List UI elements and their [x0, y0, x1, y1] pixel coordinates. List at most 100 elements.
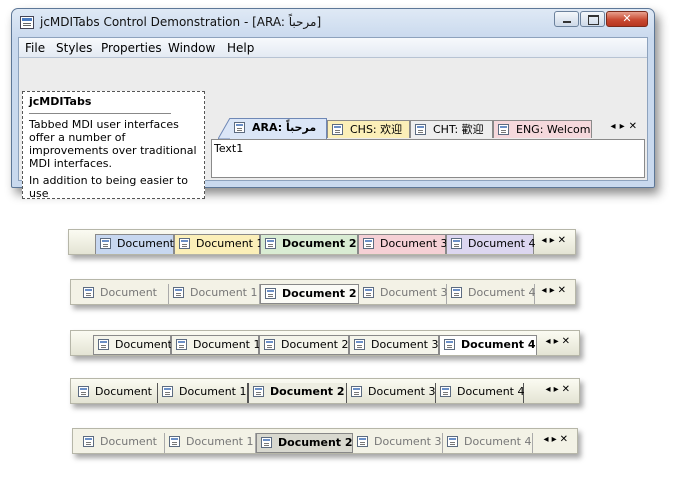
scroll-left-icon[interactable]: ◂ — [544, 434, 552, 445]
scroll-right-icon[interactable]: ▸ — [552, 434, 560, 445]
sample-tab[interactable]: Document 4 — [443, 433, 533, 453]
info-panel-text: Tabbed MDI user interfaces offer a numbe… — [29, 118, 201, 198]
sample-tab-label: Document 4 — [461, 338, 536, 351]
sample-tab-label: Document 2 — [270, 385, 345, 398]
sample-tab[interactable]: Document 4 — [439, 335, 537, 355]
sample-tab[interactable]: Document — [93, 335, 172, 355]
sample-tab-label: Document 4 — [464, 435, 532, 448]
menu-file[interactable]: File — [25, 41, 45, 55]
document-icon — [265, 288, 276, 299]
scroll-right-icon[interactable]: ▸ — [554, 384, 562, 395]
tab-ara[interactable]: ARA: مرحباً — [230, 118, 327, 139]
tab-strip-sample-4: Document Document 1 Document 2 Document 3 Do… — [70, 378, 580, 404]
info-panel-divider — [29, 113, 171, 114]
scroll-right-icon[interactable]: ▸ — [554, 336, 562, 347]
sample-tab[interactable]: Document 2 — [260, 284, 359, 304]
sample-tab-label: Document 4 — [468, 237, 536, 250]
info-panel: jcMDITabs Tabbed MDI user interfaces off… — [22, 91, 205, 199]
document-text-area[interactable]: Text1 — [211, 139, 645, 178]
document-icon — [265, 238, 276, 249]
title-bar[interactable]: jcMDITabs Control Demonstration - [ARA: … — [12, 9, 654, 37]
mdi-tab-strip: ARA: مرحباً CHS: 欢迎 CHT: 歡迎 ENG: Welcome… — [210, 118, 647, 139]
sample-tab[interactable]: Document 1 — [169, 284, 260, 304]
sample-tab[interactable]: Document 2 — [248, 383, 347, 403]
scroll-right-icon[interactable]: ▸ — [550, 285, 558, 296]
menu-help[interactable]: Help — [227, 41, 254, 55]
document-icon — [173, 287, 184, 298]
maximize-button[interactable] — [580, 11, 605, 27]
close-tab-icon[interactable]: ✕ — [629, 121, 641, 132]
sample-tab-label: Document 2 — [281, 338, 349, 351]
sample-tab-label: Document 2 — [278, 436, 353, 449]
sample-tab[interactable]: Document 3 — [349, 335, 439, 355]
tab-eng[interactable]: ENG: Welcome — [493, 120, 592, 138]
menu-properties[interactable]: Properties — [101, 41, 162, 55]
sample-tab[interactable]: Document — [74, 383, 158, 403]
sample-tab-label: Document 1 — [190, 286, 258, 299]
document-icon — [440, 386, 451, 397]
document-icon — [332, 124, 343, 135]
document-icon — [498, 124, 509, 135]
sample-tab-label: Document 3 — [371, 338, 439, 351]
scroll-left-icon[interactable]: ◂ — [546, 384, 554, 395]
tab-label: ENG: Welcome — [516, 123, 592, 136]
sample-tab[interactable]: Document 1 — [158, 383, 248, 403]
document-icon — [179, 238, 190, 249]
mdi-client-area: jcMDITabs Tabbed MDI user interfaces off… — [19, 58, 647, 199]
scroll-left-icon[interactable]: ◂ — [542, 285, 550, 296]
document-text: Text1 — [214, 142, 244, 155]
sample-tab[interactable]: Document 4 — [447, 284, 535, 304]
sample-tab[interactable]: Document — [79, 433, 165, 453]
sample-tab[interactable]: Document 4 — [436, 383, 524, 403]
scroll-right-icon[interactable]: ▸ — [550, 235, 558, 246]
scroll-left-icon[interactable]: ◂ — [542, 235, 550, 246]
document-icon — [351, 386, 362, 397]
menu-window[interactable]: Window — [168, 41, 215, 55]
sample-tab[interactable]: Document — [79, 284, 169, 304]
close-tab-icon[interactable]: ✕ — [558, 235, 569, 246]
document-icon — [357, 436, 368, 447]
scroll-left-icon[interactable]: ◂ — [611, 121, 620, 132]
close-tab-icon[interactable]: ✕ — [562, 336, 573, 347]
tab-cht[interactable]: CHT: 歡迎 — [410, 120, 493, 138]
close-tab-icon[interactable]: ✕ — [562, 384, 573, 395]
scroll-left-icon[interactable]: ◂ — [546, 336, 554, 347]
scroll-right-icon[interactable]: ▸ — [620, 121, 629, 132]
sample-tab-label: Document 4 — [457, 385, 525, 398]
close-tab-icon[interactable]: ✕ — [560, 434, 571, 445]
sample-tab-label: Document 3 — [380, 237, 448, 250]
app-icon[interactable] — [20, 16, 34, 29]
sample-tab[interactable]: Document 3 — [347, 383, 436, 403]
sample-tab[interactable]: Document 2 — [259, 335, 349, 355]
tab-strip-controls: ◂▸✕ — [611, 121, 641, 132]
minimize-button[interactable] — [554, 11, 579, 27]
menu-styles[interactable]: Styles — [56, 41, 92, 55]
sample-tab[interactable]: Document 3 — [358, 234, 448, 254]
tab-strip-sample-5: Document Document 1 Document 2 Document 3 Do… — [72, 428, 578, 454]
sample-tab-label: Document 1 — [193, 338, 261, 351]
tab-strip-sample-1: Document Document 1 Document 2 Document 3 Do… — [68, 229, 576, 255]
sample-tab[interactable]: Document 3 — [353, 433, 443, 453]
sample-tab[interactable]: Document 2 — [260, 234, 358, 254]
tab-chs[interactable]: CHS: 欢迎 — [327, 120, 410, 138]
close-button[interactable]: ✕ — [606, 11, 648, 27]
document-icon — [444, 339, 455, 350]
sample-tab[interactable]: Document 2 — [256, 433, 353, 453]
sample-tab[interactable]: Document — [95, 234, 174, 254]
sample-tab[interactable]: Document 1 — [174, 234, 263, 254]
document-icon — [354, 339, 365, 350]
sample-tab[interactable]: Document 4 — [446, 234, 536, 254]
tab-strip-sample-3: Document Document 1 Document 2 Document 3 Do… — [70, 330, 580, 356]
sample-tab-label: Document — [117, 237, 174, 250]
close-tab-icon[interactable]: ✕ — [558, 285, 569, 296]
sample-tab-label: Document — [100, 435, 157, 448]
sample-tab[interactable]: Document 1 — [171, 335, 261, 355]
sample-strip-controls: ◂▸✕ — [544, 434, 571, 445]
sample-tab[interactable]: Document 3 — [359, 284, 447, 304]
sample-tab[interactable]: Document 1 — [165, 433, 256, 453]
mdi-container: File Styles Properties Window Help jcMDI… — [18, 37, 648, 199]
document-icon — [261, 437, 272, 448]
sample-tab-label: Document 3 — [380, 286, 448, 299]
tab-label: ARA: مرحباً — [252, 121, 317, 134]
minimize-icon — [563, 21, 571, 23]
